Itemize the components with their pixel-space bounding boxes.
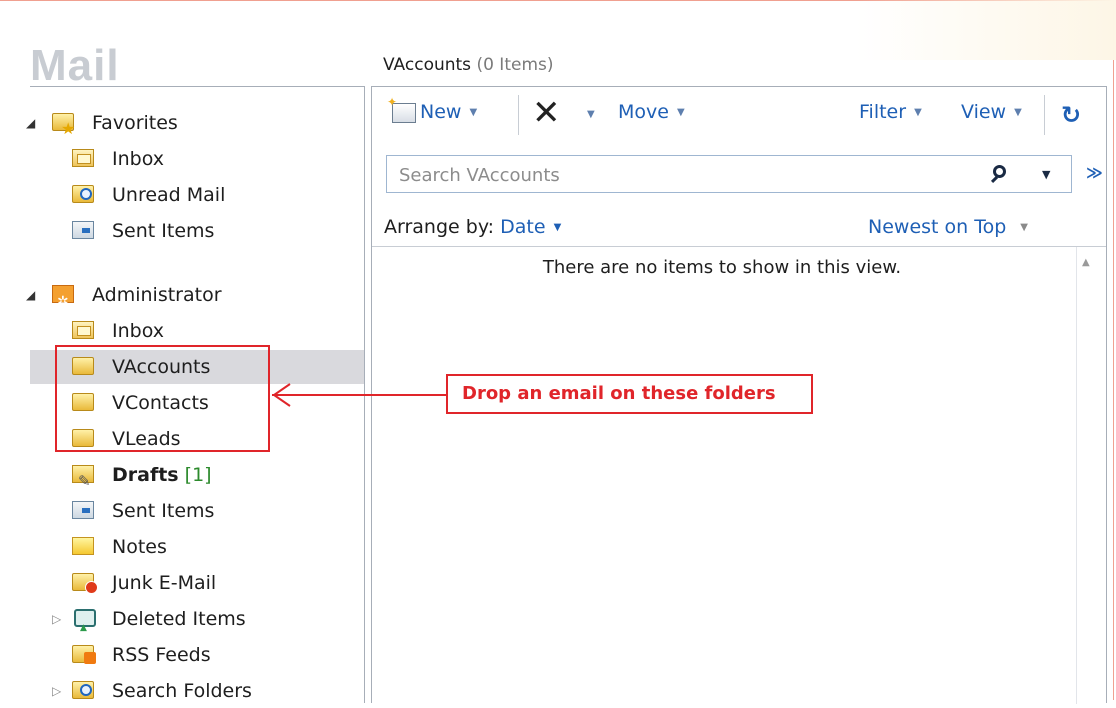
arrange-label: Arrange by: (384, 216, 495, 238)
inbox-folder-icon (72, 149, 94, 167)
search-icon[interactable] (993, 165, 1006, 178)
folder-item-search-folders[interactable]: ▷ Search Folders (30, 674, 364, 708)
view-label: View (961, 101, 1007, 123)
toolbar-separator (518, 95, 519, 135)
dropdown-arrow-icon: ▼ (1014, 107, 1022, 118)
junk-folder-icon (72, 573, 98, 594)
folder-label: Search Folders (112, 680, 252, 702)
search-folder-icon (72, 681, 94, 699)
dropdown-arrow-icon[interactable]: ▼ (469, 107, 477, 118)
folder-item-rss-feeds[interactable]: RSS Feeds (30, 638, 364, 672)
sent-items-icon (72, 501, 94, 519)
dropdown-arrow-icon: ▼ (914, 107, 922, 118)
expand-arrow-icon[interactable]: ▷ (52, 674, 61, 708)
new-label: New (420, 101, 462, 123)
folder-label: Sent Items (112, 500, 215, 522)
folder-label: Unread Mail (112, 184, 226, 206)
favorites-label: Favorites (92, 112, 178, 134)
move-label: Move (618, 101, 669, 123)
folder-label: Inbox (112, 320, 164, 342)
toolbar: New ▼ ✕ ▼ Move ▼ Filter ▼ View ▼ ↻ (372, 87, 1106, 143)
refresh-icon[interactable]: ↻ (1061, 101, 1081, 129)
folder-item-deleted-items[interactable]: ▷ Deleted Items (30, 602, 364, 645)
filter-label: Filter (859, 101, 907, 123)
folder-item-sent-items[interactable]: Sent Items (30, 494, 364, 528)
scroll-up-icon[interactable]: ▲ (1082, 257, 1090, 268)
expand-arrow-icon[interactable]: ▷ (52, 602, 61, 636)
dropdown-arrow-icon: ▼ (676, 107, 685, 118)
search-options-icon[interactable]: ▼ (1042, 168, 1050, 181)
mailbox-icon (52, 285, 74, 319)
drafts-icon (72, 464, 94, 498)
new-button[interactable]: New ▼ (420, 101, 477, 123)
sort-arrow-icon: ▼ (1020, 222, 1028, 233)
drafts-label: Drafts (112, 464, 179, 486)
favorites-item-inbox[interactable]: Inbox (30, 142, 364, 176)
search-folder-icon (72, 185, 94, 203)
folder-item-junk-email[interactable]: Junk E-Mail (30, 566, 364, 600)
pane-title: Mail (30, 41, 120, 90)
folder-label: RSS Feeds (112, 644, 211, 666)
empty-list-message: There are no items to show in this view. (542, 257, 902, 278)
toolbar-separator (1044, 95, 1045, 135)
folder-label: Sent Items (112, 220, 215, 242)
folder-label: Inbox (112, 148, 164, 170)
deleted-items-icon (74, 609, 96, 645)
folder-item-drafts[interactable]: Drafts [1] (30, 458, 364, 498)
folder-item-inbox[interactable]: Inbox (30, 314, 364, 348)
mailbox-label: Administrator (92, 284, 222, 306)
favorites-star-icon: ★ (52, 113, 75, 138)
delete-icon[interactable]: ✕ (532, 93, 561, 133)
new-mail-icon[interactable] (387, 95, 416, 123)
filter-button[interactable]: Filter ▼ (859, 101, 922, 123)
search-box[interactable]: ▼ (386, 155, 1072, 193)
unread-count: [1] (184, 464, 212, 486)
folder-label: Deleted Items (112, 608, 246, 630)
message-list[interactable]: There are no items to show in this view.… (372, 246, 1106, 704)
notes-icon (72, 537, 94, 555)
header-gradient (856, 0, 1116, 60)
folder-name: VAccounts (383, 55, 472, 75)
annotation-arrow-line (272, 394, 446, 396)
scrollbar[interactable] (1076, 247, 1077, 704)
dropdown-arrow-icon: ▼ (553, 222, 562, 233)
folder-label: Junk E-Mail (112, 572, 217, 594)
expand-search-icon[interactable]: ≫ (1086, 163, 1103, 182)
move-button[interactable]: Move ▼ (618, 101, 685, 123)
arrange-by: Arrange by: Date ▼ (384, 216, 561, 238)
collapse-arrow-icon[interactable]: ◢ (26, 278, 35, 312)
folder-label: Drafts [1] (112, 458, 212, 492)
folder-label: Notes (112, 536, 167, 558)
rss-folder-icon (72, 645, 96, 664)
sent-items-icon (72, 221, 94, 239)
folder-item-notes[interactable]: Notes (30, 530, 364, 564)
favorites-item-sent-items[interactable]: Sent Items (30, 214, 364, 248)
annotation-callout: Drop an email on these folders (446, 374, 813, 414)
arrange-value: Date (500, 216, 546, 238)
favorites-group[interactable]: ◢ ★ Favorites (26, 106, 364, 140)
search-input[interactable] (397, 162, 961, 188)
item-count: (0 Items) (476, 55, 554, 75)
folder-header: VAccounts (0 Items) (383, 55, 554, 75)
dropdown-arrow-icon[interactable]: ▼ (587, 109, 595, 120)
sort-order-button[interactable]: Newest on Top ▼ (868, 216, 1028, 238)
mailbox-group-administrator[interactable]: ◢ Administrator (26, 278, 364, 319)
favorites-item-unread-mail[interactable]: Unread Mail (30, 178, 364, 212)
arrange-by-dropdown[interactable]: Date ▼ (500, 216, 561, 238)
collapse-arrow-icon[interactable]: ◢ (26, 106, 35, 140)
inbox-folder-icon (72, 321, 94, 339)
sort-order-label: Newest on Top (868, 216, 1007, 238)
view-button[interactable]: View ▼ (961, 101, 1022, 123)
folder-highlight-box (55, 345, 270, 452)
